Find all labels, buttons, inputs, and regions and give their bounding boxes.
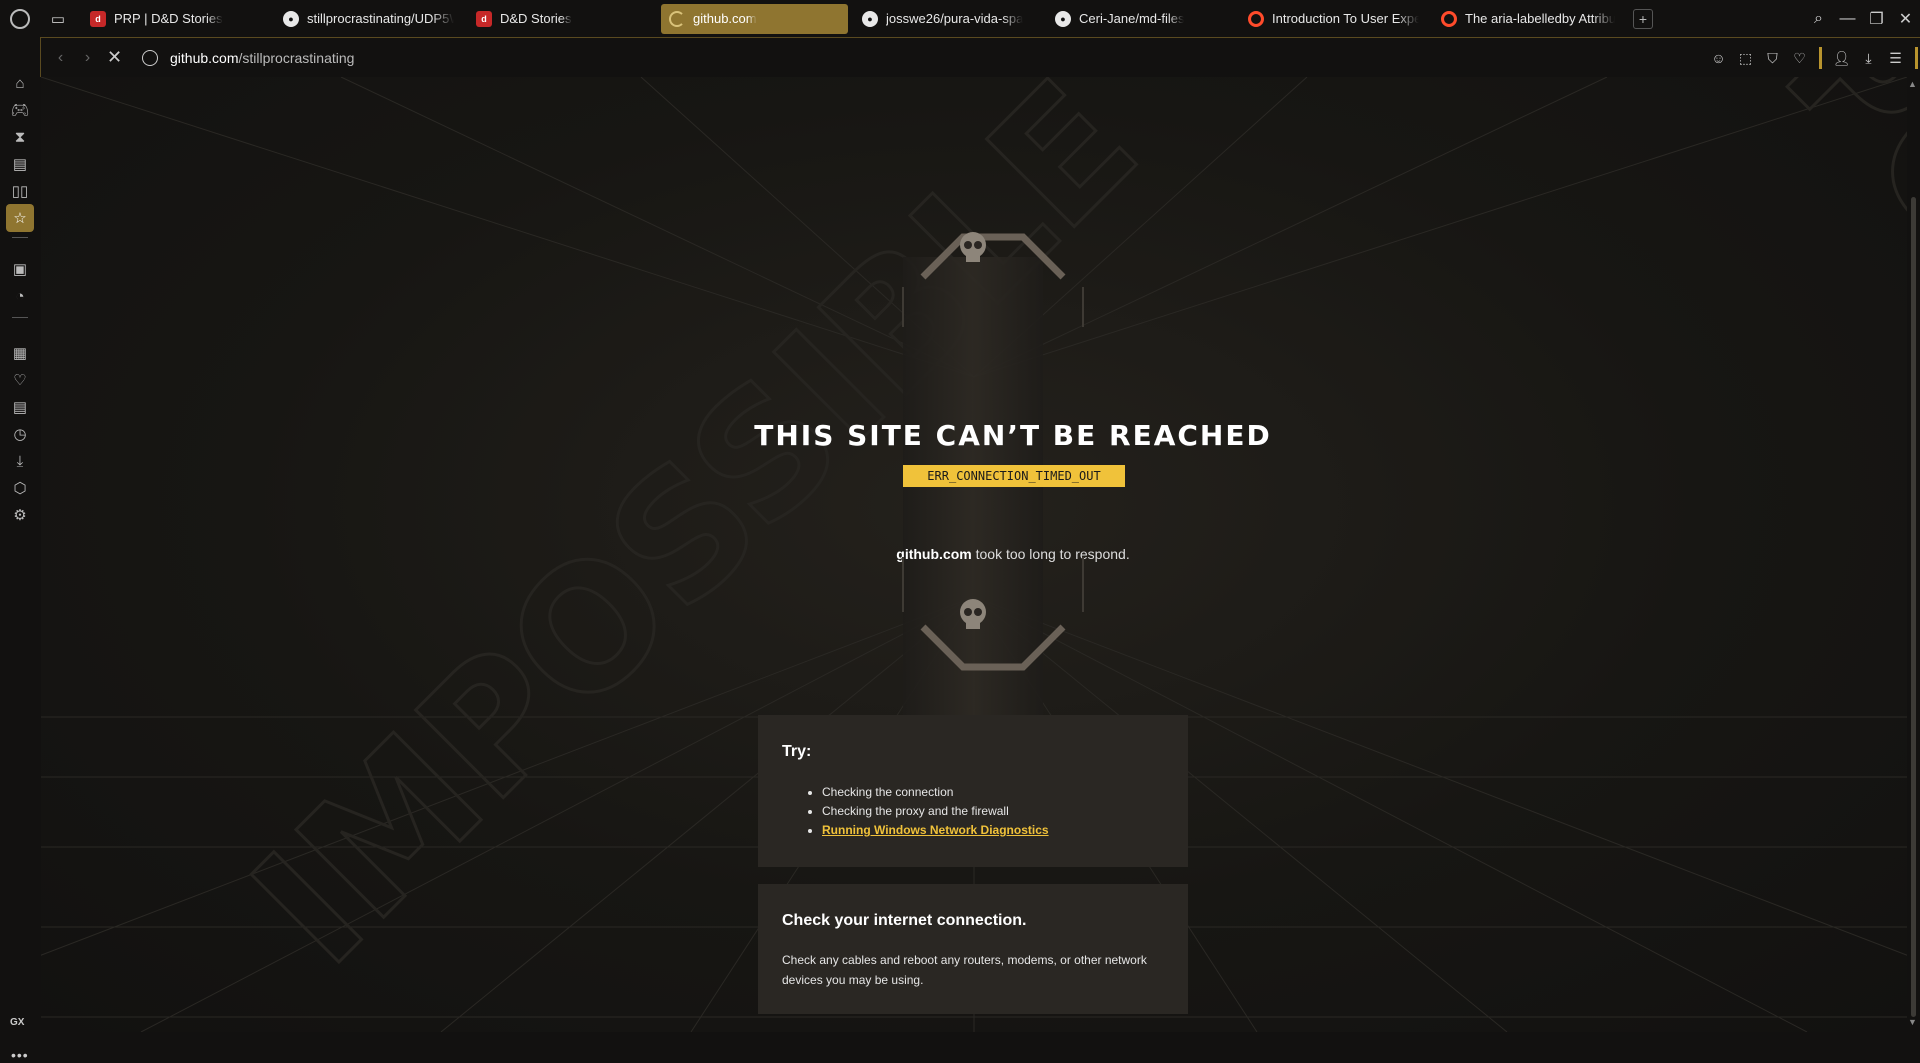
opera-menu-button[interactable]	[0, 0, 40, 37]
tab[interactable]: ● stillprocrastinating/UDP5W	[275, 4, 462, 34]
check-card: Check your internet connection. Check an…	[758, 884, 1188, 1014]
bookmark-heart-icon[interactable]: ♡	[1786, 50, 1813, 67]
sidebar: ⌂ 🎮︎ ⧗ ▤ ▯▯ ☆ ▣ ◔ ▦ ♡ ▤ ◷ ⤓ ⬡ ⚙ GX •••	[0, 37, 40, 1063]
new-tab-button[interactable]: +	[1633, 8, 1653, 29]
grid-icon[interactable]: ▦	[6, 339, 34, 367]
try-list: Checking the connection Checking the pro…	[822, 783, 1164, 840]
heart-icon[interactable]: ♡	[6, 366, 34, 394]
list-item: Checking the connection	[822, 783, 1164, 802]
book-icon[interactable]: ▯▯	[6, 177, 34, 205]
list-item: Running Windows Network Diagnostics	[822, 821, 1164, 840]
skull-icon	[953, 227, 993, 267]
downloads-icon[interactable]: ⤓	[6, 447, 34, 475]
network-diagnostics-link[interactable]: Running Windows Network Diagnostics	[822, 823, 1049, 837]
forward-icon[interactable]: ›	[74, 49, 101, 67]
twitch-icon[interactable]: ▣	[6, 255, 34, 283]
shield-icon[interactable]: ⛉	[1759, 50, 1786, 67]
error-code-badge: ERR_CONNECTION_TIMED_OUT	[903, 465, 1125, 487]
opera-icon	[1248, 10, 1264, 27]
tab-islands-icon[interactable]: ▭	[40, 0, 76, 37]
tab[interactable]: ● Ceri-Jane/md-files	[1047, 4, 1234, 34]
address-bar: ‹ › ✕ github.com/stillprocrastinating ☺ …	[40, 37, 1920, 77]
tab[interactable]: d PRP | D&D Stories	[82, 4, 269, 34]
scrollbar-thumb[interactable]	[1911, 197, 1916, 1017]
gamepad-icon[interactable]: 🎮︎	[6, 96, 34, 124]
briefcase-icon[interactable]: ▤	[6, 150, 34, 178]
tab[interactable]: d D&D Stories	[468, 4, 655, 34]
loading-icon	[669, 10, 685, 27]
tab-active[interactable]: github.com	[661, 3, 848, 34]
url-field[interactable]: github.com/stillprocrastinating	[170, 50, 354, 66]
sidebar-divider	[12, 317, 28, 318]
snapshot-icon[interactable]: ⬚	[1732, 50, 1759, 67]
star-icon[interactable]: ☆	[6, 204, 34, 232]
stop-icon[interactable]: ✕	[101, 47, 128, 68]
home-icon[interactable]: ⌂	[6, 69, 34, 97]
error-headline: THIS SITE CAN’T BE REACHED	[754, 419, 1272, 452]
opera-logo-icon	[10, 8, 30, 29]
close-icon[interactable]: ✕	[1891, 0, 1920, 37]
github-icon: ●	[1055, 10, 1071, 27]
scroll-up-icon[interactable]: ▲	[1908, 79, 1917, 89]
toolbar-separator	[1819, 47, 1822, 69]
tab[interactable]: ● josswe26/pura-vida-spa	[854, 4, 1041, 34]
dnd-icon: d	[476, 10, 492, 27]
background-watermark: IMPOSSIBLE	[1583, 77, 1907, 758]
messenger-icon[interactable]: ◔	[6, 282, 34, 310]
skull-icon	[953, 594, 993, 634]
list-item: Checking the proxy and the firewall	[822, 802, 1164, 821]
search-tabs-icon[interactable]: ⌕	[1804, 0, 1833, 37]
emoji-icon[interactable]: ☺	[1705, 50, 1732, 66]
scroll-down-icon[interactable]: ▼	[1908, 1017, 1917, 1027]
check-card-title: Check your internet connection.	[782, 912, 1027, 929]
url-path: /stillprocrastinating	[238, 49, 355, 66]
dnd-icon: d	[90, 10, 106, 27]
account-icon[interactable]: 👤︎	[1828, 50, 1855, 67]
hourglass-icon[interactable]: ⧗	[6, 123, 34, 151]
settings-icon[interactable]: ⚙	[6, 501, 34, 529]
opera-icon	[1441, 10, 1457, 27]
restore-icon[interactable]: ❐	[1862, 0, 1891, 37]
tab-bar: ▭ d PRP | D&D Stories ● stillprocrastinati…	[0, 0, 1920, 37]
extensions-icon[interactable]: ⬡	[6, 474, 34, 502]
try-card: Try: Checking the connection Checking th…	[758, 715, 1188, 867]
minimize-icon[interactable]: —	[1833, 0, 1862, 37]
tab[interactable]: The aria-labelledby Attribu	[1433, 4, 1623, 34]
easy-setup-icon[interactable]: ☰	[1882, 50, 1909, 67]
news-icon[interactable]: ▤	[6, 393, 34, 421]
sidebar-divider	[12, 237, 28, 238]
back-icon[interactable]: ‹	[47, 49, 74, 67]
try-card-title: Try:	[782, 743, 812, 760]
gx-label[interactable]: GX	[10, 1017, 24, 1028]
globe-icon[interactable]	[142, 49, 158, 66]
toolbar-separator	[1915, 47, 1918, 69]
github-icon: ●	[283, 10, 299, 27]
scrollbar[interactable]: ▲ ▼	[1907, 77, 1920, 1032]
url-host: github.com	[170, 49, 239, 66]
download-icon[interactable]: ⤓	[1855, 50, 1882, 67]
history-icon[interactable]: ◷	[6, 420, 34, 448]
tab[interactable]: Introduction To User Expe	[1240, 4, 1427, 34]
more-icon[interactable]: •••	[11, 1047, 29, 1063]
github-icon: ●	[862, 10, 878, 27]
check-card-body: Check any cables and reboot any routers,…	[782, 953, 1147, 987]
